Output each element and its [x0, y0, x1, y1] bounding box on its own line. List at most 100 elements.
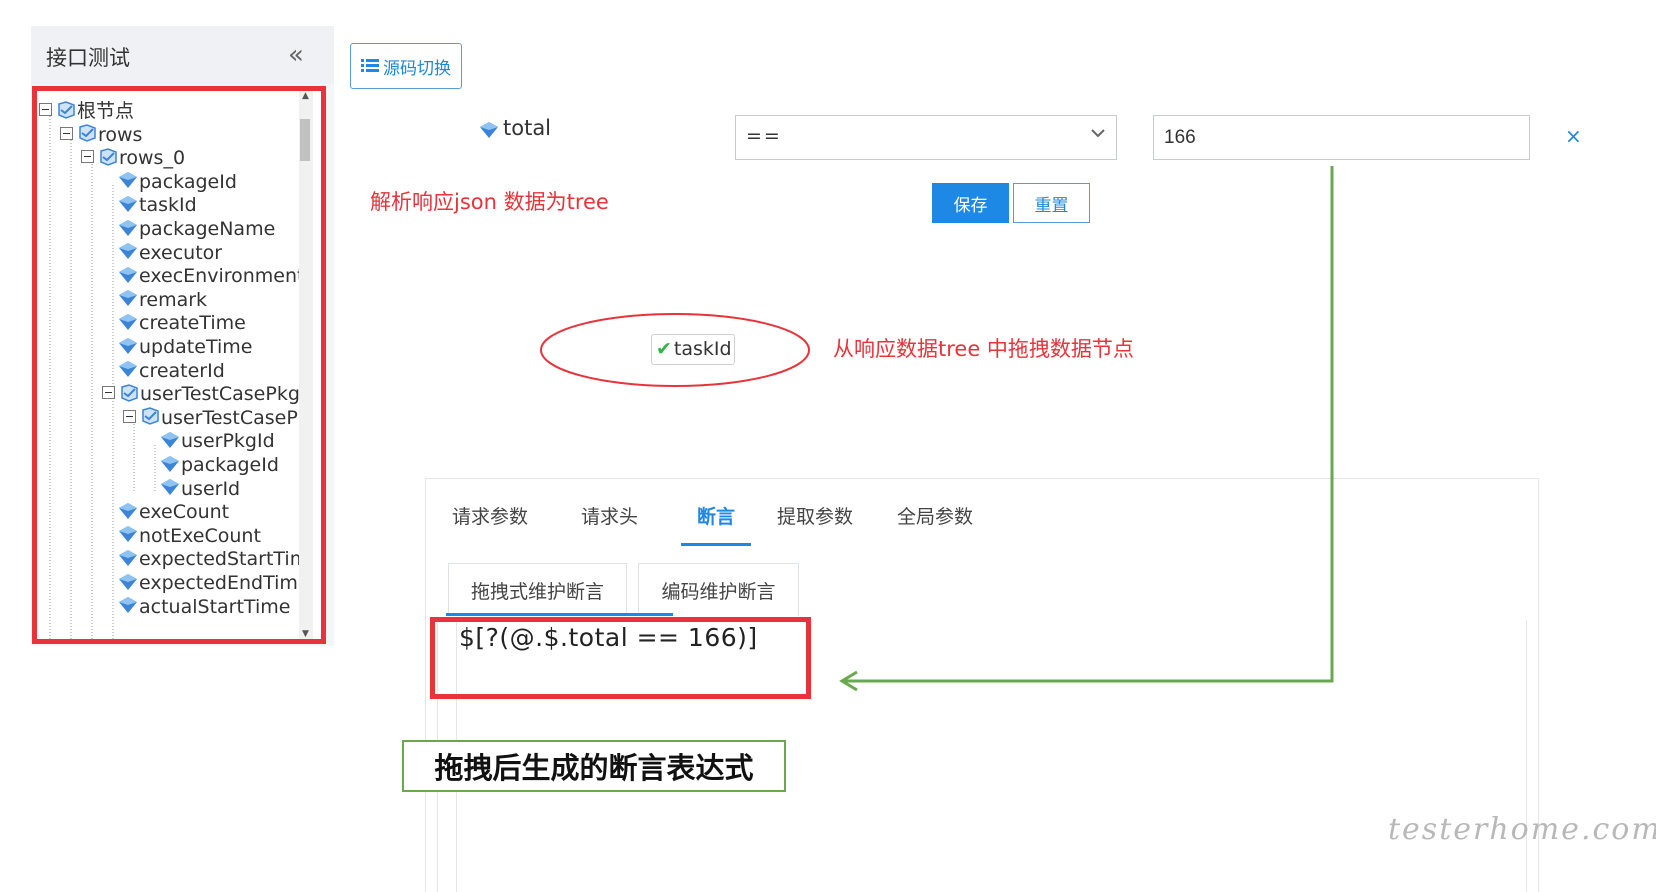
tree-node[interactable]: userTestCasePkgs: [102, 382, 310, 406]
field-icon: [117, 242, 139, 260]
field-icon: [159, 431, 181, 449]
tree-node[interactable]: packageName: [117, 217, 275, 241]
field-icon: [117, 171, 139, 189]
tree-node-label: expectedEndTime: [139, 572, 310, 594]
chevron-down-icon: [1090, 125, 1106, 145]
tree-node-label: expectedStartTim: [139, 548, 309, 571]
collapse-icon[interactable]: «: [288, 40, 304, 70]
assertion-field-name: total: [503, 116, 552, 140]
operator-value: ==: [746, 125, 782, 147]
tree-node-label: remark: [139, 288, 208, 311]
close-icon[interactable]: ×: [1565, 124, 1582, 148]
tree-node[interactable]: execEnvironment: [117, 264, 304, 288]
watermark: testerhome.com: [1388, 812, 1656, 847]
expression-highlight-box: [430, 617, 811, 699]
tree-node-label: notExeCount: [139, 524, 261, 547]
field-icon: [117, 502, 139, 520]
tree-node[interactable]: createTime: [117, 311, 246, 335]
tree-node-label: 根节点: [77, 100, 135, 122]
tree-node-label: executor: [139, 241, 223, 264]
tree-toggle-icon[interactable]: [81, 150, 94, 164]
tab-assertion[interactable]: 断言: [697, 502, 735, 529]
tree-toggle-icon[interactable]: [39, 103, 52, 116]
tree-node[interactable]: 根节点: [39, 99, 134, 123]
tree-node[interactable]: packageId: [117, 170, 237, 194]
folder-icon: [118, 383, 140, 402]
tab-request-params[interactable]: 请求参数: [452, 502, 528, 529]
tab-global-params[interactable]: 全局参数: [897, 502, 973, 529]
tree-node-label: rows: [98, 123, 143, 146]
active-tab-indicator: [681, 543, 751, 546]
reset-button[interactable]: 重置: [1013, 183, 1090, 223]
tab-request-headers[interactable]: 请求头: [581, 502, 638, 529]
tree-node-label: rows_0: [119, 147, 186, 170]
tree-node[interactable]: expectedEndTime: [117, 571, 310, 595]
tree-node[interactable]: userTestCasePk: [123, 406, 309, 430]
source-switch-label: 源码切换: [383, 58, 451, 79]
tree-node[interactable]: expectedStartTim: [117, 547, 308, 571]
tree-node[interactable]: exeCount: [117, 500, 229, 524]
drag-annotation: 从响应数据tree 中拖拽数据节点: [833, 337, 1134, 361]
field-icon: [159, 478, 181, 496]
field-icon: [117, 289, 139, 307]
list-icon: [361, 59, 379, 72]
field-icon: [117, 195, 139, 213]
tree-toggle-icon[interactable]: [102, 386, 115, 400]
source-switch-button[interactable]: 源码切换: [350, 43, 462, 89]
subtab-code-assertion[interactable]: 编码维护断言: [638, 563, 799, 616]
tree-node-label: userPkgId: [181, 430, 275, 453]
result-annotation: 拖拽后生成的断言表达式: [402, 740, 786, 792]
tree-node[interactable]: createrId: [117, 359, 225, 383]
tree-node-label: taskId: [139, 194, 197, 217]
tree-node[interactable]: executor: [117, 241, 222, 265]
tree-node-label: userTestCasePk: [161, 406, 309, 429]
save-button[interactable]: 保存: [932, 183, 1009, 223]
response-tree: 根节点 rows rows_0 packageId taskId packageName e…: [32, 86, 326, 644]
field-icon: [117, 596, 139, 614]
sidebar-title: 接口测试: [46, 46, 130, 70]
tree-node[interactable]: actualStartTime: [117, 595, 290, 619]
field-icon: [117, 337, 139, 355]
field-icon: [117, 313, 139, 331]
field-icon: [480, 122, 498, 138]
tree-node[interactable]: taskId: [117, 193, 197, 217]
tree-scrollbar[interactable]: ▲ ▼: [299, 91, 313, 639]
tree-node[interactable]: userPkgId: [159, 429, 275, 453]
expected-value-input[interactable]: [1153, 115, 1530, 160]
tree-node-label: createTime: [139, 312, 246, 335]
tree-node[interactable]: notExeCount: [117, 524, 261, 548]
scroll-down-arrow-icon[interactable]: ▼: [302, 629, 309, 639]
tree-node[interactable]: rows_0: [81, 146, 185, 170]
sidebar-header: 接口测试 «: [31, 26, 334, 84]
tab-extract-params[interactable]: 提取参数: [777, 502, 853, 529]
dragged-node-chip[interactable]: ✔ taskId: [651, 334, 735, 365]
tree-node[interactable]: userId: [159, 477, 240, 501]
tree-node-label: packageId: [139, 170, 237, 193]
tree-node-label: updateTime: [139, 336, 253, 358]
tree-node[interactable]: updateTime: [117, 335, 252, 359]
folder-icon: [139, 407, 161, 426]
tree-node[interactable]: packageId: [159, 453, 279, 477]
field-icon: [117, 219, 139, 237]
tree-node-label: userTestCasePkgs: [140, 383, 310, 406]
field-icon: [117, 573, 139, 591]
field-icon: [117, 360, 139, 378]
field-icon: [117, 266, 139, 284]
tree-toggle-icon[interactable]: [123, 409, 136, 423]
scroll-up-arrow-icon[interactable]: ▲: [302, 91, 309, 101]
checkmark-icon: ✔: [656, 338, 672, 360]
tree-node[interactable]: remark: [117, 288, 207, 312]
tree-toggle-icon[interactable]: [60, 126, 73, 140]
scroll-thumb[interactable]: [300, 119, 310, 161]
operator-select[interactable]: ==: [735, 115, 1117, 160]
subtab-drag-assertion[interactable]: 拖拽式维护断言: [448, 563, 627, 616]
tree-node[interactable]: rows: [60, 123, 142, 147]
field-icon: [117, 549, 139, 567]
tree-node-label: execEnvironment: [139, 265, 305, 288]
folder-icon: [55, 100, 77, 119]
folder-icon: [76, 124, 98, 142]
tree-node-label: actualStartTime: [139, 595, 291, 618]
tree-node-label: exeCount: [139, 501, 230, 524]
tree-node-label: packageId: [181, 454, 279, 476]
dragged-node-label: taskId: [673, 338, 732, 360]
